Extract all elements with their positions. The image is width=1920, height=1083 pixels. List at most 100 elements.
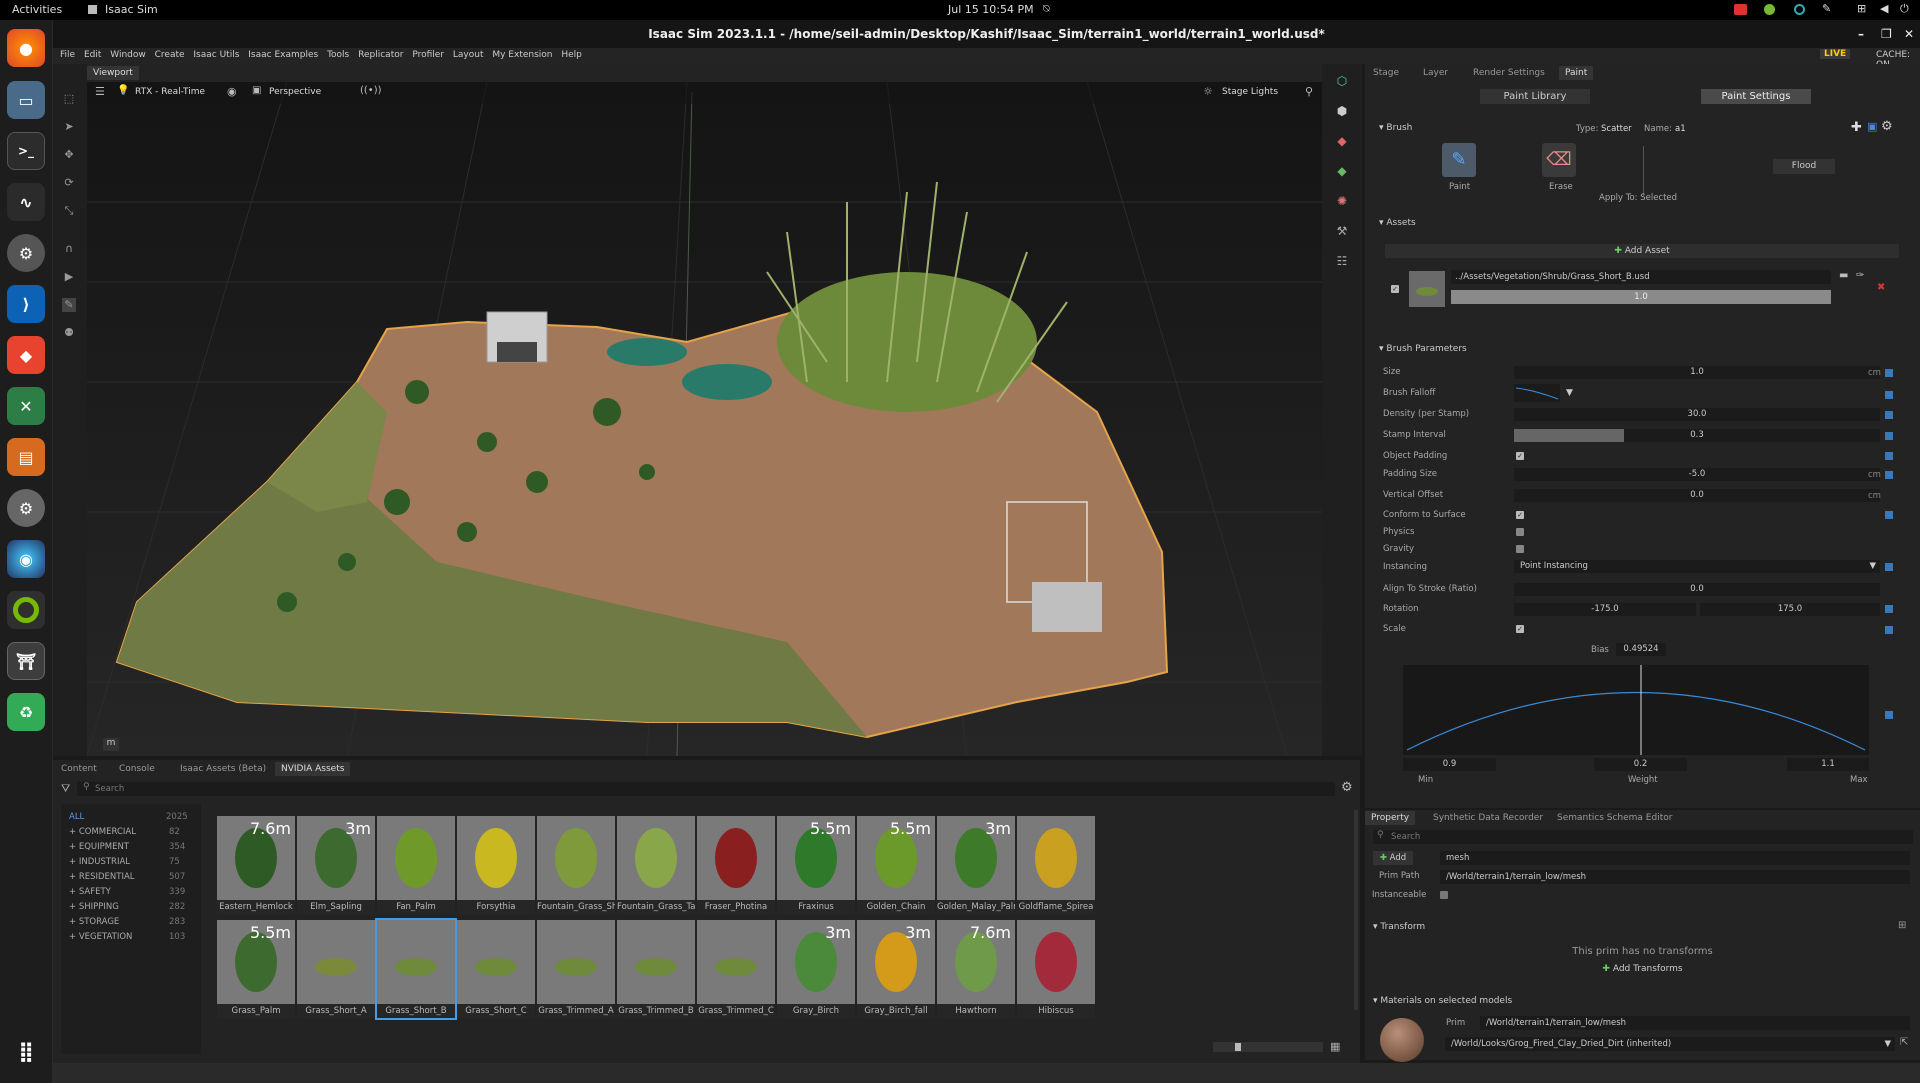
apply-to-label[interactable]: Apply To: Selected [1599, 193, 1677, 203]
transform-section-header[interactable]: ▾ Transform [1373, 922, 1425, 932]
snap-magnet-icon[interactable]: ∩ [62, 242, 76, 256]
sync-tray-icon[interactable] [1794, 4, 1805, 15]
paint-library-button[interactable]: Paint Library [1480, 89, 1590, 104]
asset-thumbnail-card[interactable]: 7.6m Eastern_Hemlock [217, 816, 295, 914]
asset-settings-gear-icon[interactable]: ⚙ [1341, 780, 1353, 795]
rotation-min-field[interactable]: -175.0 [1514, 603, 1696, 616]
trash-icon[interactable]: ♻ [7, 693, 45, 731]
scale-distribution-curve[interactable] [1403, 665, 1869, 755]
menu-isaac-utils[interactable]: Isaac Utils [193, 50, 239, 60]
menu-layout[interactable]: Layout [453, 50, 484, 60]
tab-render-settings[interactable]: Render Settings [1467, 66, 1551, 80]
asset-thumbnail-card[interactable]: 3m Golden_Malay_Palm [937, 816, 1015, 914]
density-reset-indicator[interactable] [1885, 411, 1893, 419]
add-transforms-button[interactable]: ✚ Add Transforms [1365, 964, 1920, 974]
add-brush-icon[interactable]: ✚ [1851, 120, 1862, 135]
size-field[interactable]: 1.0 [1514, 366, 1880, 379]
menu-create[interactable]: Create [155, 50, 185, 60]
transform-options-icon[interactable]: ⊞ [1898, 920, 1906, 931]
activities-button[interactable]: Activities [12, 3, 62, 16]
category-safety[interactable]: + SAFETY 339 [69, 887, 185, 897]
bias-field[interactable]: 0.49524 [1616, 643, 1666, 656]
padding-size-reset-indicator[interactable] [1885, 471, 1893, 479]
anydesk-icon[interactable]: ◆ [7, 336, 45, 374]
asset-thumbnail-card[interactable]: Fraser_Photina [697, 816, 775, 914]
asset-thumbnail-card[interactable]: 5.5m Golden_Chain [857, 816, 935, 914]
asset-thumbnail-card[interactable]: 3m Elm_Sapling [297, 816, 375, 914]
menu-edit[interactable]: Edit [84, 50, 101, 60]
asset-thumbnail-card[interactable]: 7.6m Hawthorn [937, 920, 1015, 1018]
brush-settings-gear-icon[interactable]: ⚙ [1881, 119, 1893, 134]
menu-file[interactable]: File [60, 50, 75, 60]
asset-thumbnail-card[interactable]: Hibiscus [1017, 920, 1095, 1018]
stamp-interval-slider[interactable]: 0.3 [1514, 429, 1880, 442]
stage-lights-dropdown[interactable]: Stage Lights [1222, 87, 1278, 97]
tab-content[interactable]: Content [55, 762, 103, 776]
paint-tool-button[interactable]: ✎ [1442, 143, 1476, 177]
clock[interactable]: Jul 15 10:54 PM [948, 3, 1034, 16]
instanceable-checkbox[interactable] [1440, 891, 1448, 899]
firefox-icon[interactable]: ● [7, 29, 45, 67]
size-reset-indicator[interactable] [1885, 369, 1893, 377]
tab-nvidia-assets[interactable]: NVIDIA Assets [275, 762, 351, 776]
paint-brush-tool-icon[interactable]: ✎ [62, 298, 76, 312]
play-icon[interactable]: ▶ [62, 270, 76, 284]
eye-icon[interactable]: ◉ [227, 85, 237, 98]
terminal-icon[interactable]: >_ [7, 132, 45, 170]
menu-my-extension[interactable]: My Extension [492, 50, 552, 60]
asset-thumbnail-card[interactable]: 3m Gray_Birch_fall [857, 920, 935, 1018]
scale-min-field[interactable]: 0.9 [1403, 758, 1496, 771]
falloff-curve-preview[interactable] [1514, 384, 1560, 402]
physics-checkbox[interactable] [1516, 528, 1524, 536]
move-tool-icon[interactable]: ✥ [62, 148, 76, 162]
minimize-button[interactable]: – [1858, 20, 1864, 48]
material-prim-field[interactable]: /World/terrain1/terrain_low/mesh [1480, 1016, 1910, 1030]
record-indicator-icon[interactable] [1734, 4, 1747, 15]
object-padding-checkbox[interactable]: ✓ [1516, 452, 1524, 460]
menu-help[interactable]: Help [561, 50, 582, 60]
asset-thumbnail-card[interactable]: 3m Gray_Birch [777, 920, 855, 1018]
settings-gear-icon[interactable]: ⚙ [7, 234, 45, 272]
physics-icon[interactable]: ⬡ [1334, 74, 1350, 90]
save-brush-icon[interactable]: ▣ [1867, 120, 1877, 133]
cube-green-icon[interactable]: ◆ [1334, 164, 1350, 180]
scale-weight-field[interactable]: 0.2 [1594, 758, 1687, 771]
tab-console[interactable]: Console [113, 762, 161, 776]
tab-synthetic-data-recorder[interactable]: Synthetic Data Recorder [1427, 811, 1549, 825]
asset-weight-slider[interactable]: 1.0 [1451, 290, 1831, 304]
prim-name-field[interactable]: mesh [1440, 851, 1910, 865]
asset-thumbnail-card[interactable]: Grass_Short_B [375, 918, 457, 1020]
asset-thumbnail-card[interactable]: Grass_Trimmed_A [537, 920, 615, 1018]
falloff-reset-indicator[interactable] [1885, 391, 1893, 399]
joint-gear-icon[interactable]: ✺ [1334, 194, 1350, 210]
renderer-dropdown[interactable]: RTX - Real-Time [135, 87, 205, 97]
padding-reset-indicator[interactable] [1885, 452, 1893, 460]
category-shipping[interactable]: + SHIPPING 282 [69, 902, 185, 912]
material-goto-icon[interactable]: ⇱ [1900, 1037, 1908, 1048]
filter-icon[interactable]: ⛛ [61, 782, 70, 796]
material-dropdown[interactable]: /World/Looks/Grog_Fired_Clay_Dried_Dirt … [1445, 1037, 1895, 1051]
viewport-canvas[interactable]: ☰ 💡 RTX - Real-Time ◉ ▣ Perspective ((•)… [87, 82, 1322, 756]
instancing-dropdown[interactable]: Point Instancing ▼ [1514, 560, 1880, 573]
brush-params-section-header[interactable]: ▾ Brush Parameters [1379, 344, 1467, 354]
maximize-button[interactable]: ❐ [1881, 20, 1892, 48]
menu-window[interactable]: Window [110, 50, 146, 60]
browser-icon[interactable]: ◉ [7, 540, 45, 578]
align-stroke-field[interactable]: 0.0 [1514, 583, 1880, 596]
pick-asset-icon[interactable]: ✑ [1856, 270, 1864, 281]
asset-search-input[interactable]: Search [77, 782, 1335, 796]
rotation-reset-indicator[interactable] [1885, 605, 1893, 613]
asset-thumbnail-card[interactable]: Grass_Trimmed_B [617, 920, 695, 1018]
category-vegetation[interactable]: + VEGETATION 103 [69, 932, 185, 942]
camera-dropdown[interactable]: Perspective [269, 87, 321, 97]
asset-thumbnail-card[interactable]: Grass_Trimmed_C [697, 920, 775, 1018]
asset-enabled-checkbox[interactable]: ✓ [1391, 285, 1399, 293]
viewport-settings-icon[interactable]: ☰ [95, 85, 105, 98]
tab-paint[interactable]: Paint [1559, 66, 1594, 80]
asset-thumbnail-card[interactable]: Grass_Short_C [457, 920, 535, 1018]
corner-label[interactable]: m [103, 738, 119, 751]
browse-folder-icon[interactable]: ▬ [1839, 270, 1848, 281]
add-property-button[interactable]: ✚ Add [1373, 851, 1413, 865]
category-equipment[interactable]: + EQUIPMENT 354 [69, 842, 185, 852]
brush-section-header[interactable]: ▾ Brush [1379, 123, 1412, 133]
